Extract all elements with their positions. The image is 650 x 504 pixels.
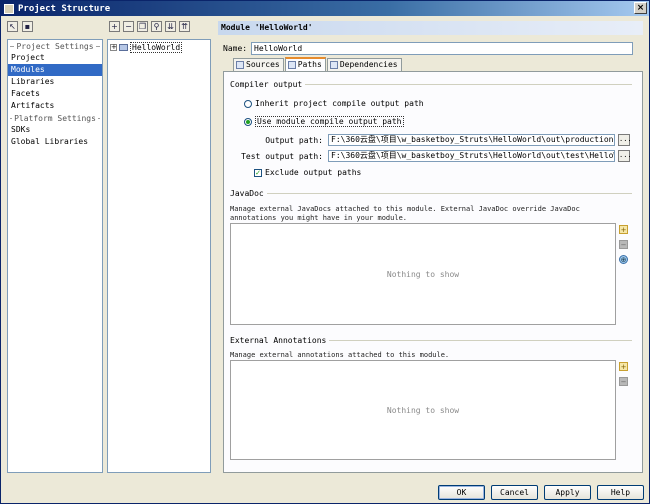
project-settings-header: Project Settings [8, 41, 102, 52]
help-button[interactable]: Help [597, 485, 644, 500]
sidebar-item-libraries[interactable]: Libraries [8, 76, 102, 88]
window-title: Project Structure [18, 3, 111, 14]
module-tree: + HelloWorld [107, 39, 211, 473]
external-annotations-description: Manage external annotations attached to … [230, 351, 450, 359]
external-annotations-list[interactable]: Nothing to show [230, 360, 616, 460]
inherit-radio-button[interactable] [244, 99, 252, 108]
copy-icon[interactable]: ❐ [137, 21, 148, 32]
exclude-label: Exclude output paths [265, 168, 362, 177]
close-icon[interactable]: × [634, 2, 647, 14]
javadoc-empty-text: Nothing to show [386, 269, 460, 279]
apply-button[interactable]: Apply [544, 485, 591, 500]
project-structure-window: Project Structure × ↖ ▪ Project Settings… [0, 0, 650, 504]
annotations-empty-text: Nothing to show [386, 405, 460, 415]
use-module-radio-button[interactable] [244, 117, 252, 126]
javadoc-remove-icon[interactable]: − [619, 240, 628, 249]
sidebar-item-facets[interactable]: Facets [8, 88, 102, 100]
use-module-output-radio[interactable]: Use module compile output path [244, 116, 404, 127]
tab-sources[interactable]: Sources [233, 58, 284, 71]
add-icon[interactable]: + [109, 21, 120, 32]
javadoc-list[interactable]: Nothing to show [230, 223, 616, 325]
tab-dependencies[interactable]: Dependencies [326, 58, 402, 71]
tab-paths-label: Paths [297, 60, 322, 69]
inherit-label: Inherit project compile output path [255, 99, 424, 108]
title-bar: Project Structure × [1, 1, 649, 16]
name-row: Name: HelloWorld [223, 42, 633, 55]
javadoc-description: Manage external JavaDocs attached to thi… [230, 205, 580, 222]
dependencies-icon [329, 61, 338, 69]
expand-icon[interactable]: + [110, 44, 117, 51]
ok-button[interactable]: OK [438, 485, 485, 500]
platform-settings-header: Platform Settings [8, 113, 102, 124]
app-icon [4, 3, 14, 14]
module-header: Module 'HelloWorld' [218, 21, 643, 35]
javadoc-add-icon[interactable]: + [619, 225, 628, 234]
external-annotations-title: External Annotations [230, 336, 632, 345]
remove-icon[interactable]: − [123, 21, 134, 32]
sidebar-item-modules[interactable]: Modules [8, 64, 102, 76]
output-path-browse-button[interactable]: ... [618, 134, 632, 146]
back-icon[interactable]: ↖ [7, 21, 18, 32]
annotations-remove-icon[interactable]: − [619, 377, 628, 386]
tree-node-helloworld[interactable]: + HelloWorld [110, 42, 183, 53]
tree-node-label[interactable]: HelloWorld [130, 42, 183, 53]
sources-icon [236, 61, 244, 69]
module-tabs: Sources Paths Dependencies [233, 57, 402, 71]
test-output-path-label: Test output path: [241, 151, 323, 161]
paths-tab-content: Compiler output Inherit project compile … [223, 71, 643, 473]
output-path-label: Output path: [265, 135, 323, 145]
module-name-input[interactable]: HelloWorld [251, 42, 633, 55]
name-label: Name: [223, 44, 248, 53]
javadoc-title: JavaDoc [230, 189, 632, 198]
module-folder-icon [119, 44, 128, 51]
sidebar-item-global-libraries[interactable]: Global Libraries [8, 136, 102, 148]
test-output-path-input[interactable]: F:\360云盘\项目\w_basketboy_Struts\HelloWorl… [328, 150, 615, 162]
dialog-buttons: OK Cancel Apply Help [438, 485, 644, 500]
compiler-output-title: Compiler output [230, 80, 632, 89]
output-path-input[interactable]: F:\360云盘\项目\w_basketboy_Struts\HelloWorl… [328, 134, 615, 146]
forward-icon[interactable]: ▪ [22, 21, 33, 32]
expand-all-icon[interactable]: ⇊ [165, 21, 176, 32]
sidebar-toolbar: ↖ ▪ [7, 21, 33, 37]
sidebar-item-sdks[interactable]: SDKs [8, 124, 102, 136]
use-module-label: Use module compile output path [255, 116, 404, 127]
paths-icon [287, 61, 296, 69]
tree-toolbar: + − ❐ ⚲ ⇊ ⇈ [109, 21, 190, 37]
javadoc-web-icon[interactable]: ⊕ [619, 255, 628, 264]
cancel-button[interactable]: Cancel [491, 485, 538, 500]
tab-paths[interactable]: Paths [284, 57, 326, 71]
sidebar-item-artifacts[interactable]: Artifacts [8, 100, 102, 112]
tab-sources-label: Sources [246, 60, 280, 69]
find-icon[interactable]: ⚲ [151, 21, 162, 32]
exclude-output-paths-row[interactable]: ✓ Exclude output paths [254, 168, 361, 177]
collapse-all-icon[interactable]: ⇈ [179, 21, 190, 32]
test-output-path-browse-button[interactable]: ... [618, 150, 632, 162]
settings-sidebar: Project Settings Project Modules Librari… [7, 39, 103, 473]
output-path-row: Output path: F:\360云盘\项目\w_basketboy_Str… [234, 134, 632, 146]
tab-dependencies-label: Dependencies [339, 60, 398, 69]
annotations-add-icon[interactable]: + [619, 362, 628, 371]
inherit-output-radio[interactable]: Inherit project compile output path [244, 99, 424, 108]
sidebar-item-project[interactable]: Project [8, 52, 102, 64]
test-output-path-row: Test output path: F:\360云盘\项目\w_basketbo… [234, 150, 632, 162]
exclude-output-checkbox[interactable]: ✓ [254, 168, 262, 177]
